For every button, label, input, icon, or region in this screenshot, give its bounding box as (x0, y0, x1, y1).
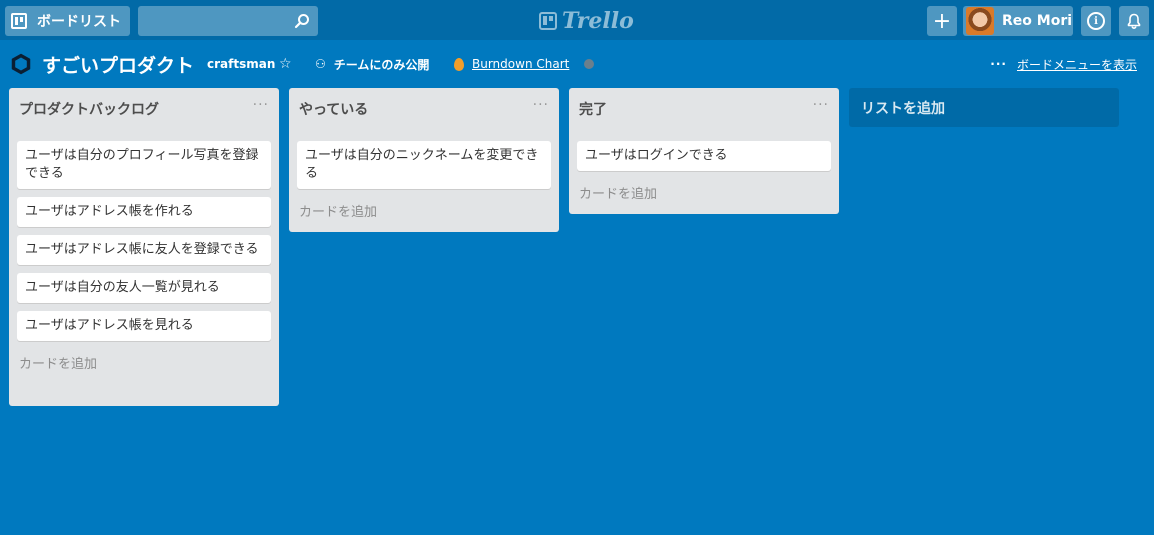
visibility-button[interactable]: ⚇ チームにのみ公開 (315, 44, 429, 84)
star-icon[interactable]: ☆ (279, 44, 292, 84)
info-button[interactable]: i (1081, 6, 1111, 36)
flame-icon (454, 57, 464, 71)
add-list-button[interactable]: リストを追加 (849, 88, 1119, 127)
card[interactable]: ユーザはログインできる (577, 141, 831, 171)
more-icon: ··· (990, 57, 1007, 71)
list-done: 完了 ··· ユーザはログインできる カードを追加 (569, 88, 839, 214)
list-title[interactable]: プロダクトバックログ (19, 99, 159, 119)
show-board-menu-link[interactable]: ··· ボードメニューを表示 (990, 44, 1137, 84)
hexagon-icon (11, 53, 31, 75)
board-header: すごいプロダクト craftsman ☆ ⚇ チームにのみ公開 Burndown… (0, 44, 1154, 84)
list-menu-icon[interactable]: ··· (813, 97, 829, 113)
card[interactable]: ユーザは自分のニックネームを変更できる (297, 141, 551, 189)
card[interactable]: ユーザはアドレス帳を作れる (17, 197, 271, 227)
board-menu-label: ボードメニューを表示 (1016, 57, 1137, 72)
top-header: ボードリスト Trello + Reo Mori i (0, 0, 1154, 40)
boards-icon (11, 13, 27, 29)
search-box[interactable] (138, 6, 318, 36)
list-doing: やっている ··· ユーザは自分のニックネームを変更できる カードを追加 (289, 88, 559, 232)
list-product-backlog: プロダクトバックログ ··· ユーザは自分のプロフィール写真を登録できる ユーザ… (9, 88, 279, 406)
card[interactable]: ユーザはアドレス帳を見れる (17, 311, 271, 341)
trello-logo-text: Trello (562, 8, 634, 34)
list-menu-icon[interactable]: ··· (533, 97, 549, 113)
team-name-button[interactable]: craftsman (207, 44, 275, 84)
list-title[interactable]: 完了 (579, 99, 607, 119)
card[interactable]: ユーザは自分のプロフィール写真を登録できる (17, 141, 271, 189)
list-header: 完了 ··· (577, 88, 831, 130)
add-button[interactable]: + (927, 6, 957, 36)
team-icon: ⚇ (315, 57, 326, 71)
board-title-text: すごいプロダクト (42, 54, 195, 77)
card-list: ユーザはログインできる (577, 141, 831, 171)
board-title[interactable]: すごいプロダクト (10, 44, 194, 84)
user-name: Reo Mori (1002, 13, 1073, 29)
boards-label: ボードリスト (37, 14, 121, 30)
visibility-label: チームにのみ公開 (333, 57, 430, 72)
list-header: やっている ··· (297, 88, 551, 130)
card-list: ユーザは自分のニックネームを変更できる (297, 141, 551, 189)
add-card-link[interactable]: カードを追加 (297, 197, 551, 230)
trello-logo-icon (539, 12, 557, 30)
notifications-button[interactable] (1119, 6, 1149, 36)
trello-logo[interactable]: Trello (539, 7, 634, 35)
card-list: ユーザは自分のプロフィール写真を登録できる ユーザはアドレス帳を作れる ユーザは… (17, 141, 271, 341)
user-menu-button[interactable]: Reo Mori (963, 6, 1073, 36)
powerup-dot (584, 59, 594, 69)
burndown-label: Burndown Chart (472, 57, 570, 71)
card[interactable]: ユーザはアドレス帳に友人を登録できる (17, 235, 271, 265)
bell-icon (1127, 13, 1141, 29)
search-icon[interactable] (294, 13, 310, 29)
list-title[interactable]: やっている (299, 99, 368, 119)
info-icon: i (1087, 12, 1105, 30)
powerup-icon[interactable] (584, 44, 594, 84)
card[interactable]: ユーザは自分の友人一覧が見れる (17, 273, 271, 303)
list-menu-icon[interactable]: ··· (253, 97, 269, 113)
list-header: プロダクトバックログ ··· (17, 88, 271, 130)
add-card-link[interactable]: カードを追加 (17, 349, 271, 382)
boards-button[interactable]: ボードリスト (5, 6, 130, 36)
plus-icon: + (932, 8, 952, 34)
avatar (966, 7, 994, 35)
burndown-chart-link[interactable]: Burndown Chart (454, 44, 569, 84)
add-card-link[interactable]: カードを追加 (577, 179, 831, 212)
search-input[interactable] (138, 6, 304, 36)
